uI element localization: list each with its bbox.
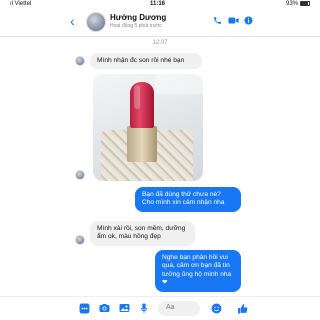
lipstick-tube [127,126,157,162]
contact-status: Hoạt động 5 phút trước [110,23,162,29]
info-icon[interactable] [244,16,253,27]
message-input[interactable]: Aa [158,301,200,316]
chevron-left-icon[interactable]: ‹ [70,14,75,28]
image-icon[interactable] [118,303,130,316]
avatar [75,235,85,245]
lipstick-bullet [130,82,154,128]
battery-percent: 93% [285,1,298,8]
contact-name[interactable]: Hướng Dương [110,13,166,22]
microphone-icon[interactable] [138,303,150,317]
avatar[interactable] [86,12,106,32]
messenger-screen: ıl Viettel 11:16 93% ‹ Hướng Dương Hoạt … [0,0,320,320]
message-bubble-outgoing[interactable]: Bạn đã dùng thử chưa nè? Cho mình xin cả… [135,187,241,212]
status-bar: ıl Viettel 11:16 93% [0,0,320,9]
message-composer: Aa [0,296,320,320]
message-bubble-incoming[interactable]: Mình nhận đc son rồi nhé bạn [90,53,202,70]
emoji-icon[interactable] [210,303,222,317]
battery-icon [300,1,310,6]
message-bubble-incoming[interactable]: Mình xài rồi, son mềm, dưỡng ẩm ok, màu … [90,221,195,246]
clock: 11:16 [150,1,166,7]
photo-glare [155,74,203,94]
phone-icon[interactable] [213,16,222,27]
video-icon[interactable] [228,16,239,27]
lipstick-photo[interactable] [93,74,203,181]
avatar [75,56,85,66]
battery-indicator: 93% [286,1,310,7]
more-options-icon[interactable] [78,303,90,317]
camera-icon[interactable] [98,303,110,316]
chat-header: ‹ Hướng Dương Hoạt động 5 phút trước [0,9,320,37]
carrier-label: ıl Viettel [10,1,32,7]
avatar [75,170,85,180]
like-icon[interactable] [236,303,248,317]
message-timestamp: 12:07 [152,40,168,46]
message-bubble-outgoing[interactable]: Nghe bạn phản hồi vui quá, cảm ơn bạn đã… [155,250,241,292]
